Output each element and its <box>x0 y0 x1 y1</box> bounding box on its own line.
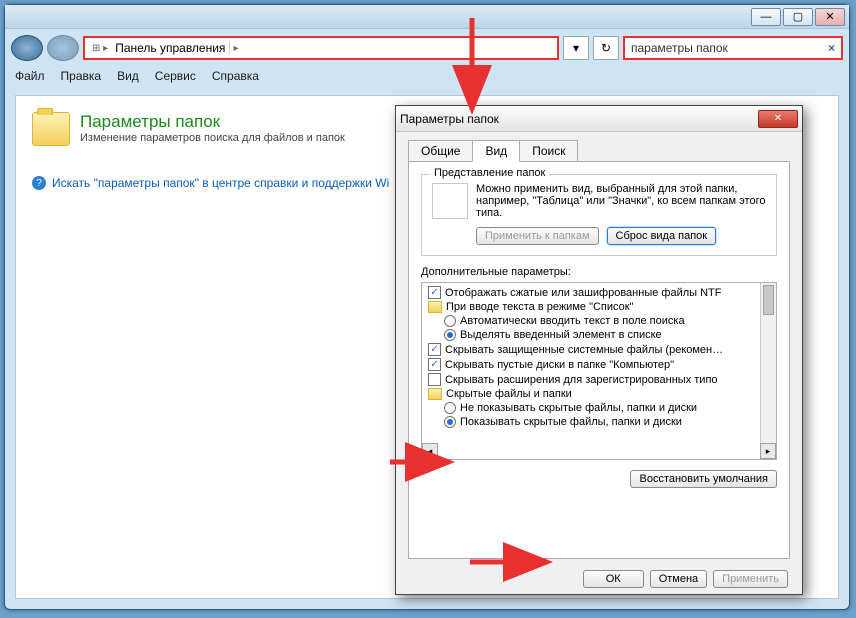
tab-search[interactable]: Поиск <box>519 140 578 162</box>
list-item[interactable]: Скрытые файлы и папки <box>446 388 572 400</box>
folder-options-dialog: Параметры папок ✕ Общие Вид Поиск Предст… <box>395 105 803 595</box>
checkbox-icon[interactable]: ✓ <box>428 343 441 356</box>
address-bar: ⊞ ▸ Панель управления ▸ ▾ ↻ параметры па… <box>11 33 843 63</box>
search-input[interactable]: параметры папок × <box>623 36 843 60</box>
list-item[interactable]: Скрывать расширения для зарегистрированн… <box>445 374 718 386</box>
folder-icon <box>428 388 442 400</box>
list-item[interactable]: Скрывать защищенные системные файлы (рек… <box>445 344 723 356</box>
checkbox-icon[interactable] <box>428 373 441 386</box>
checkbox-icon[interactable]: ✓ <box>428 286 441 299</box>
radio-icon[interactable] <box>444 329 456 341</box>
menu-tools[interactable]: Сервис <box>155 69 196 83</box>
search-value: параметры папок <box>631 41 728 55</box>
scrollbar-vertical[interactable] <box>760 283 776 443</box>
folder-icon <box>428 301 442 313</box>
outer-titlebar: — ▢ ✕ <box>5 5 849 29</box>
page-title: Параметры папок <box>80 112 345 132</box>
clear-search-icon[interactable]: × <box>828 41 835 55</box>
breadcrumb[interactable]: ⊞ ▸ Панель управления ▸ <box>83 36 559 60</box>
apply-to-folders-button[interactable]: Применить к папкам <box>476 227 599 245</box>
folder-icon <box>32 112 70 146</box>
scroll-right-icon[interactable]: ▸ <box>760 443 776 459</box>
page-subtitle: Изменение параметров поиска для файлов и… <box>80 132 345 144</box>
list-item[interactable]: При вводе текста в режиме "Список" <box>446 301 633 313</box>
scroll-left-icon[interactable]: ◂ <box>422 443 438 459</box>
dialog-title: Параметры папок <box>400 112 499 126</box>
address-dropdown[interactable]: ▾ <box>563 36 589 60</box>
list-item[interactable]: Выделять введенный элемент в списке <box>460 329 662 341</box>
dialog-footer: ОК Отмена Применить <box>396 570 802 588</box>
ok-button[interactable]: ОК <box>583 570 644 588</box>
menu-view[interactable]: Вид <box>117 69 139 83</box>
list-item[interactable]: Показывать скрытые файлы, папки и диски <box>460 416 682 428</box>
refresh-button[interactable]: ↻ <box>593 36 619 60</box>
reset-folders-button[interactable]: Сброс вида папок <box>607 227 717 245</box>
advanced-label: Дополнительные параметры: <box>421 266 777 278</box>
group-description: Можно применить вид, выбранный для этой … <box>476 183 766 219</box>
help-icon: ? <box>32 176 46 190</box>
close-button[interactable]: ✕ <box>815 8 845 26</box>
radio-icon[interactable] <box>444 416 456 428</box>
restore-defaults-button[interactable]: Восстановить умолчания <box>630 470 777 488</box>
dialog-close-button[interactable]: ✕ <box>758 110 798 128</box>
tab-body: Представление папок Можно применить вид,… <box>408 161 790 559</box>
minimize-button[interactable]: — <box>751 8 781 26</box>
radio-icon[interactable] <box>444 315 456 327</box>
menu-bar: Файл Правка Вид Сервис Справка <box>15 69 839 83</box>
breadcrumb-arrow-icon: ⊞ ▸ <box>89 43 111 54</box>
advanced-settings-list[interactable]: ✓ Отображать сжатые или зашифрованные фай… <box>421 282 777 460</box>
breadcrumb-segment[interactable]: Панель управления <box>111 41 230 55</box>
radio-icon[interactable] <box>444 402 456 414</box>
menu-file[interactable]: Файл <box>15 69 45 83</box>
menu-edit[interactable]: Правка <box>61 69 102 83</box>
list-item[interactable]: Автоматически вводить текст в поле поиск… <box>460 315 685 327</box>
list-item[interactable]: Отображать сжатые или зашифрованные файл… <box>445 287 721 299</box>
cancel-button[interactable]: Отмена <box>650 570 707 588</box>
apply-button[interactable]: Применить <box>713 570 788 588</box>
scrollbar-horizontal[interactable]: ◂ ▸ <box>422 443 776 459</box>
group-title: Представление папок <box>430 167 549 179</box>
dialog-titlebar: Параметры папок ✕ <box>396 106 802 132</box>
tab-view[interactable]: Вид <box>472 140 520 162</box>
list-item[interactable]: Скрывать пустые диски в папке "Компьютер… <box>445 359 674 371</box>
maximize-button[interactable]: ▢ <box>783 8 813 26</box>
tab-general[interactable]: Общие <box>408 140 473 162</box>
nav-back-button[interactable] <box>11 35 43 61</box>
menu-help[interactable]: Справка <box>212 69 259 83</box>
help-text: Искать "параметры папок" в центре справк… <box>52 176 389 190</box>
nav-forward-button[interactable] <box>47 35 79 61</box>
dialog-tabs: Общие Вид Поиск <box>408 140 802 162</box>
breadcrumb-arrow-icon: ▸ <box>230 43 241 54</box>
folder-preview-icon <box>432 183 468 219</box>
folder-view-group: Представление папок Можно применить вид,… <box>421 174 777 256</box>
checkbox-icon[interactable]: ✓ <box>428 358 441 371</box>
list-item[interactable]: Не показывать скрытые файлы, папки и дис… <box>460 402 697 414</box>
